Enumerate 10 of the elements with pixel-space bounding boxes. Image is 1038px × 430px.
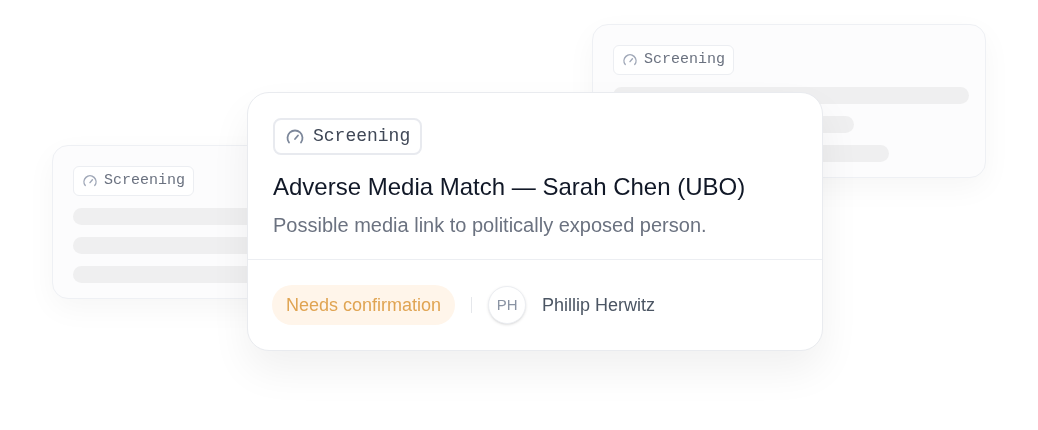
category-tag: Screening	[73, 166, 194, 196]
card-title: Adverse Media Match — Sarah Chen (UBO)	[273, 172, 746, 202]
gauge-icon	[82, 173, 98, 189]
gauge-icon	[622, 52, 638, 68]
category-tag: Screening	[273, 118, 423, 155]
category-tag: Screening	[613, 45, 734, 75]
card-description: Possible media link to politically exposed person.	[273, 213, 707, 238]
avatar: PH	[488, 286, 527, 324]
assignee-name: Phillip Herwitz	[542, 293, 656, 317]
status-badge: Needs confirmation	[272, 285, 456, 325]
